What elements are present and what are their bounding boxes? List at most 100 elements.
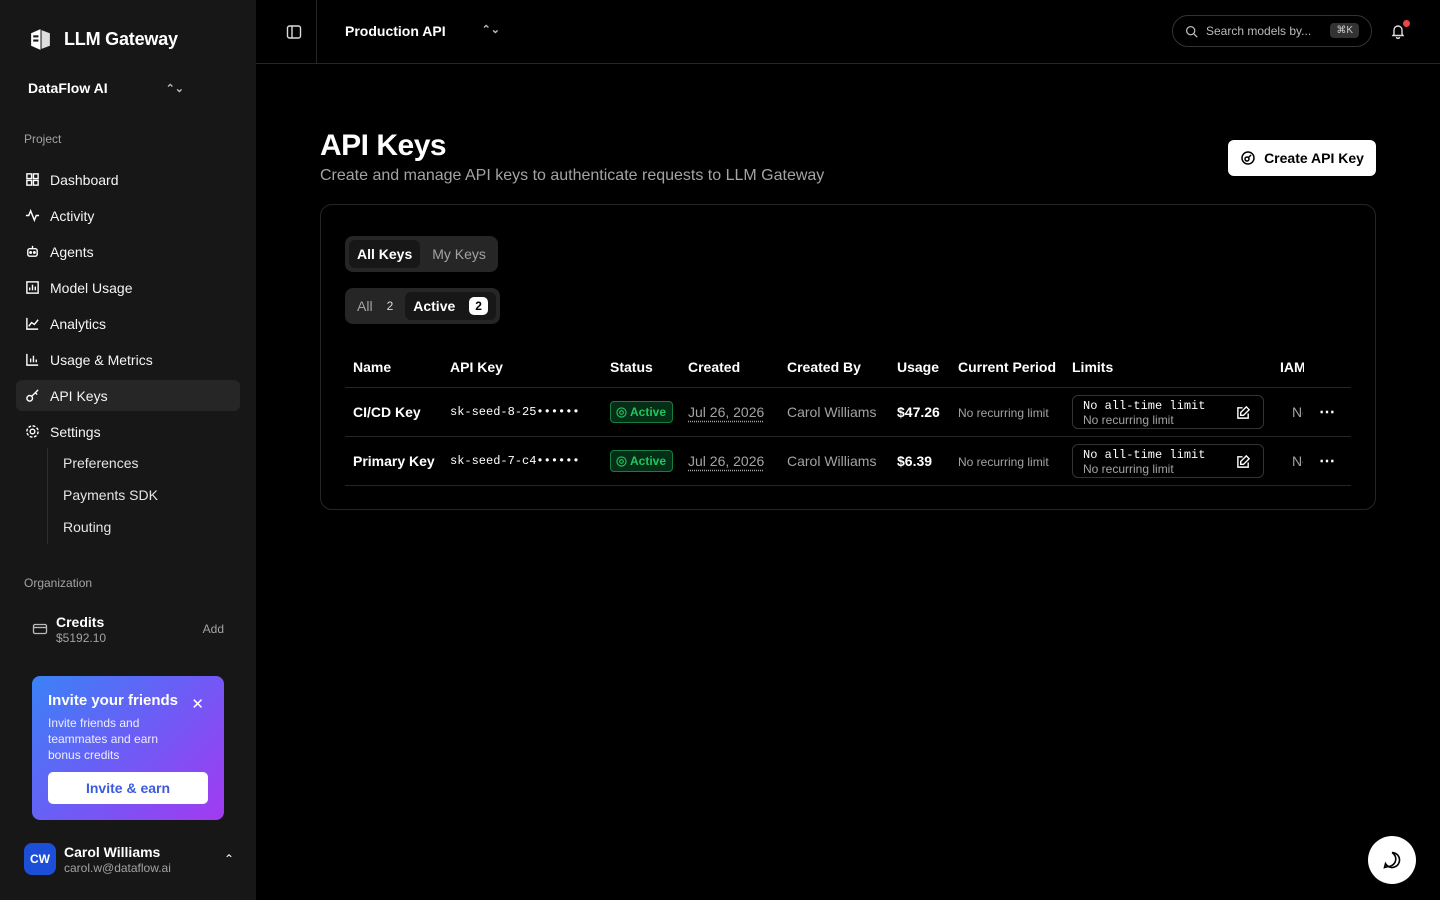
user-email: carol.w@dataflow.ai	[64, 860, 171, 875]
column-header[interactable]: Limits	[1072, 359, 1113, 375]
line-chart-icon	[24, 316, 40, 332]
created-by: Carol Williams	[787, 404, 877, 420]
search-icon	[1185, 25, 1198, 38]
filter-active[interactable]: Active 2	[405, 292, 496, 320]
current-period: No recurring limit	[958, 406, 1049, 420]
user-name: Carol Williams	[64, 843, 161, 860]
project-switcher[interactable]: Production API ⌃⌄	[345, 23, 500, 39]
chevron-updown-icon: ⌃⌄	[165, 82, 184, 95]
logo-icon	[31, 29, 50, 50]
filter-count: 2	[469, 297, 488, 315]
status-badge: Active	[610, 401, 674, 423]
filter-all[interactable]: All 2	[349, 292, 401, 320]
all-time-limit: No all-time limit	[1083, 448, 1206, 462]
check-circle-icon	[616, 455, 627, 467]
column-header[interactable]: Name	[353, 359, 391, 375]
api-key-value[interactable]: sk-seed-8-25••••••	[450, 405, 580, 419]
app-logo[interactable]: LLM Gateway	[28, 27, 178, 52]
user-menu[interactable]: CW Carol Williams carol.w@dataflow.ai ⌃	[24, 843, 234, 875]
sidebar-item-label: Dashboard	[50, 171, 119, 188]
credits-item[interactable]: Credits $5192.10 Add	[32, 611, 228, 647]
current-period: No recurring limit	[958, 455, 1049, 469]
filter-count: 2	[386, 299, 394, 313]
filter-label: All	[357, 298, 373, 314]
column-header[interactable]: Created	[688, 359, 740, 375]
sidebar-item-api-keys[interactable]: API Keys	[16, 380, 240, 411]
sidebar-subitem-payments-sdk[interactable]: Payments SDK	[63, 487, 158, 503]
sidebar-item-label: Analytics	[50, 315, 107, 332]
search-input[interactable]: Search models by... ⌘K	[1172, 15, 1372, 47]
avatar: CW	[24, 843, 56, 875]
page-title: API Keys	[320, 129, 447, 162]
invite-description: Invite friends and teammates and earn bo…	[48, 716, 159, 762]
recurring-limit: No recurring limit	[1083, 462, 1174, 476]
sidebar-item-model-usage[interactable]: Model Usage	[16, 272, 240, 303]
edit-icon[interactable]	[1236, 405, 1251, 420]
column-header[interactable]: IAM	[1280, 359, 1304, 375]
column-header[interactable]: Usage	[897, 359, 939, 375]
credits-label: Credits	[56, 613, 105, 630]
usage-value: $6.39	[897, 453, 933, 469]
tab-all-keys[interactable]: All Keys	[349, 240, 421, 268]
table-row[interactable]: Primary Key sk-seed-7-c4•••••• Active Ju…	[345, 437, 1351, 486]
sidebar-toggle-icon[interactable]	[286, 24, 302, 40]
key-name: Primary Key	[353, 453, 435, 469]
more-options-icon[interactable]: ⋯	[1319, 402, 1336, 422]
chevron-updown-icon: ⌃⌄	[481, 24, 500, 36]
notification-badge	[1403, 20, 1410, 27]
api-keys-card: All Keys My Keys All 2 Active 2 Name API…	[320, 204, 1376, 510]
usage-value: $47.26	[897, 404, 940, 420]
table-row[interactable]: CI/CD Key sk-seed-8-25•••••• Active Jul …	[345, 388, 1351, 437]
sidebar-subitem-routing[interactable]: Routing	[63, 519, 111, 535]
sidebar-item-dashboard[interactable]: Dashboard	[16, 164, 240, 195]
created-date: Jul 26, 2026	[688, 453, 765, 469]
page-subtitle: Create and manage API keys to authentica…	[320, 167, 825, 184]
close-icon[interactable]: ✕	[191, 695, 204, 713]
column-header[interactable]: Created By	[787, 359, 861, 375]
chat-bubble-icon	[1383, 851, 1401, 869]
sidebar-item-agents[interactable]: Agents	[16, 236, 240, 267]
status-label: Active	[630, 454, 667, 468]
created-by: Carol Williams	[787, 453, 877, 469]
sidebar-item-label: Model Usage	[50, 279, 133, 296]
sidebar-item-label: API Keys	[50, 387, 108, 404]
sidebar-subitem-preferences[interactable]: Preferences	[63, 455, 138, 471]
column-header[interactable]: Status	[610, 359, 653, 375]
check-circle-icon	[616, 406, 627, 418]
iam-value: No	[1292, 404, 1303, 420]
column-header[interactable]: API Key	[450, 359, 503, 375]
more-options-icon[interactable]: ⋯	[1319, 451, 1336, 471]
credit-card-icon	[32, 623, 48, 635]
edit-icon[interactable]	[1236, 454, 1251, 469]
iam-value: No	[1292, 453, 1303, 469]
add-credits-button[interactable]: Add	[203, 622, 224, 636]
gear-icon	[24, 424, 40, 440]
invite-card: Invite your friends Invite friends and t…	[32, 676, 224, 820]
org-name: DataFlow AI	[28, 80, 108, 96]
sidebar-item-activity[interactable]: Activity	[16, 200, 240, 231]
project-section-label: Project	[24, 132, 62, 146]
tab-my-keys[interactable]: My Keys	[424, 240, 494, 268]
topbar-divider	[316, 0, 317, 63]
sidebar-item-analytics[interactable]: Analytics	[16, 308, 240, 339]
key-plus-icon	[1241, 151, 1255, 165]
sidebar-item-settings[interactable]: Settings	[16, 416, 240, 447]
column-header[interactable]: Current Period	[958, 359, 1056, 375]
created-date: Jul 26, 2026	[688, 404, 765, 420]
app-name: LLM Gateway	[64, 29, 178, 49]
sidebar-item-usage-metrics[interactable]: Usage & Metrics	[16, 344, 240, 375]
sidebar-item-label: Settings	[50, 423, 101, 440]
activity-icon	[24, 208, 40, 224]
org-switcher[interactable]: DataFlow AI ⌃⌄	[28, 80, 184, 96]
status-label: Active	[630, 405, 667, 419]
chat-support-button[interactable]	[1368, 836, 1416, 884]
invite-earn-button[interactable]: Invite & earn	[48, 772, 208, 804]
top-bar: Production API ⌃⌄ Search models by... ⌘K	[256, 0, 1440, 64]
create-api-key-button[interactable]: Create API Key	[1228, 140, 1376, 176]
api-key-value[interactable]: sk-seed-7-c4••••••	[450, 454, 580, 468]
chevron-up-icon: ⌃	[223, 852, 234, 866]
bot-icon	[24, 244, 40, 260]
dashboard-icon	[24, 172, 40, 188]
key-icon	[24, 388, 40, 404]
search-shortcut: ⌘K	[1330, 23, 1359, 38]
